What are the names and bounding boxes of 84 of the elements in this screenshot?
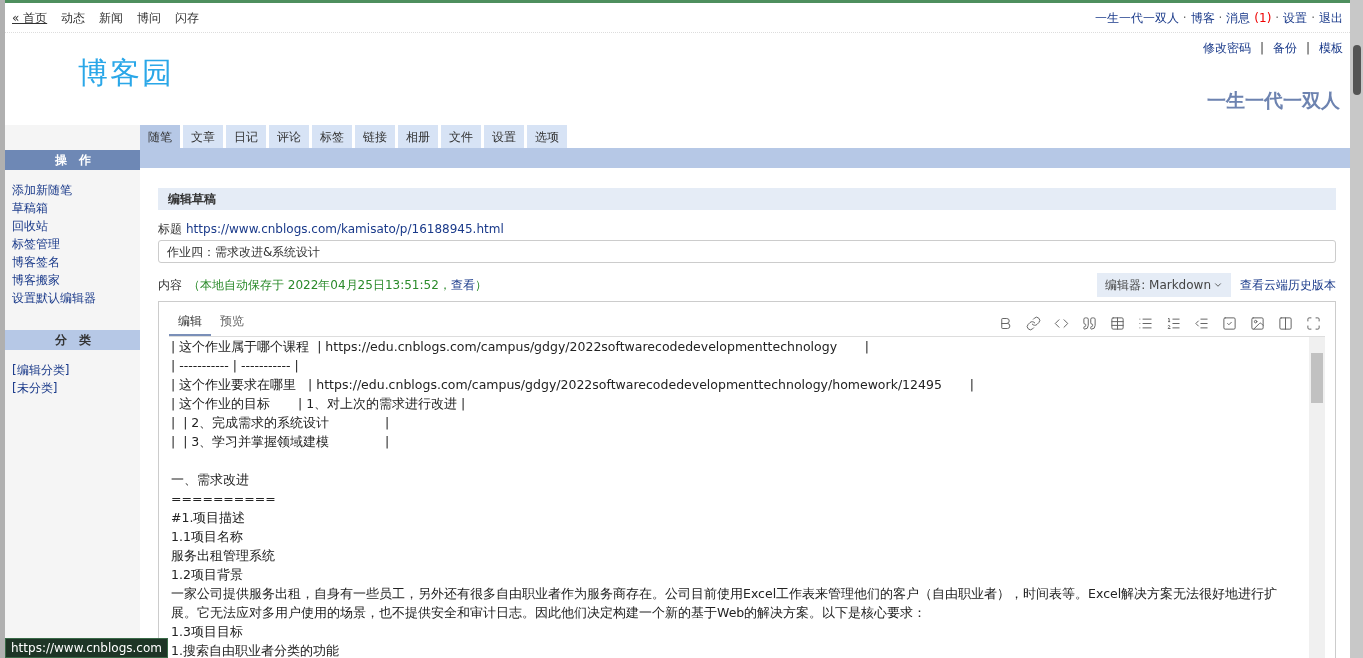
split-icon[interactable]: [1278, 316, 1293, 331]
separator: |: [1305, 40, 1310, 57]
autosave-note: （本地自动保存于 2022年04月25日13:51:52，: [188, 277, 451, 294]
quote-icon[interactable]: [1082, 316, 1097, 331]
tab[interactable]: 日记: [226, 125, 266, 148]
editor-line: | | 2、完成需求的系统设计 |: [171, 414, 391, 432]
separator: ·: [1311, 9, 1315, 27]
tab[interactable]: 链接: [355, 125, 395, 148]
tab[interactable]: 文件: [441, 125, 481, 148]
editor-line: 1.1项目名称: [171, 528, 244, 546]
header-link[interactable]: 备份: [1272, 39, 1297, 57]
editor-line: 服务出租管理系统: [171, 547, 276, 565]
title-url-link[interactable]: https://www.cnblogs.com/kamisato/p/16188945.html: [186, 220, 504, 238]
sidebar-link[interactable]: 博客搬家: [12, 272, 133, 288]
tab[interactable]: 选项: [527, 125, 567, 148]
section-heading: 编辑草稿: [158, 188, 1336, 210]
separator: |: [1259, 40, 1264, 57]
editor-line: #1.项目描述: [171, 509, 247, 527]
tab[interactable]: 相册: [398, 125, 438, 148]
user-link[interactable]: 消息: [1226, 8, 1251, 27]
sidebar-link[interactable]: 标签管理: [12, 236, 133, 252]
sidebar-header: 分 类: [5, 330, 140, 350]
editor-tab[interactable]: 编辑: [169, 312, 211, 336]
editor-tab[interactable]: 预览: [211, 312, 253, 336]
sidebar-link[interactable]: [编辑分类]: [12, 362, 133, 378]
user-link[interactable]: 设置: [1283, 8, 1308, 27]
image-icon[interactable]: [1250, 316, 1265, 331]
link-icon[interactable]: [1026, 316, 1041, 331]
nav-link[interactable]: 动态: [61, 8, 86, 27]
user-link[interactable]: 博客: [1190, 8, 1215, 27]
editor-line: | ----------- | ----------- |: [171, 357, 300, 375]
editor-line: ==========: [171, 490, 277, 508]
sidebar-link[interactable]: 博客签名: [12, 254, 133, 270]
tab[interactable]: 标签: [312, 125, 352, 148]
fullscreen-icon[interactable]: [1306, 316, 1321, 331]
autosave-note-end: ）: [474, 277, 487, 294]
editor-line: 1.3项目目标: [171, 623, 244, 641]
editor-scrollbar[interactable]: [1309, 337, 1325, 658]
editor-line: | | 3、学习并掌握领域建模 |: [171, 433, 391, 451]
code-icon[interactable]: [1054, 316, 1069, 331]
header-link[interactable]: 修改密码: [1202, 39, 1251, 57]
editor-line: | 这个作业要求在哪里 | https://edu.cnblogs.com/campus/gdgy/2022softwarecodedevelopmenttechnology/homework/12495 |: [171, 376, 975, 394]
view-link[interactable]: 查看: [450, 276, 475, 294]
sidebar-link[interactable]: [未分类]: [12, 380, 133, 396]
title-input[interactable]: 作业四：需求改进&系统设计: [158, 240, 1336, 263]
separator: ·: [1275, 9, 1280, 27]
editor-line: 1.搜索自由职业者分类的功能: [171, 642, 340, 658]
editor-line: 一家公司提供服务出租，自身有一些员工，另外还有很多自由职业者作为服务商存在。公司目前使用Excel工作表来管理他们的客户（自由职业者），时间表等。Excel解决方案无法很好地进行扩展。它无法应对多用户使用的场景，也不提供安全和审计日志。因此他们决定构建一个新的基于Web的解决方案。以下是核心要求：: [171, 585, 1279, 622]
nav-link[interactable]: 博问: [137, 8, 162, 27]
sidebar-header: 操 作: [5, 150, 140, 170]
nav-link[interactable]: 新闻: [99, 8, 124, 27]
editor-line: 1.2项目背景: [171, 566, 244, 584]
sidebar-link[interactable]: 回收站: [12, 218, 133, 234]
sidebar-link[interactable]: 添加新随笔: [12, 182, 133, 198]
tab[interactable]: 设置: [484, 125, 524, 148]
message-count: (1): [1254, 9, 1272, 27]
tab[interactable]: 评论: [269, 125, 309, 148]
editor-line: | 这个作业属于哪个课程 | https://edu.cnblogs.com/campus/gdgy/2022softwarecodedevelopmenttechnology |: [171, 338, 871, 356]
content-label: 内容: [158, 277, 182, 294]
editor-select[interactable]: 编辑器: Markdown: [1097, 273, 1231, 297]
separator: ·: [1182, 9, 1187, 27]
numbered-list-icon[interactable]: [1166, 316, 1181, 331]
header-link[interactable]: 模板: [1319, 39, 1343, 57]
user-link[interactable]: 退出: [1319, 8, 1343, 27]
bold-icon[interactable]: [998, 316, 1013, 331]
table-icon[interactable]: [1110, 316, 1125, 331]
sidebar-link[interactable]: 设置默认编辑器: [12, 290, 133, 306]
tab[interactable]: 文章: [183, 125, 223, 148]
blog-title[interactable]: 一生一代一双人: [1207, 86, 1340, 115]
sidebar-link[interactable]: 草稿箱: [12, 200, 133, 216]
checkbox-icon[interactable]: [1222, 316, 1237, 331]
user-link[interactable]: 一生一代一双人: [1094, 8, 1179, 27]
bullet-list-icon[interactable]: [1138, 316, 1153, 331]
editor-line: | 这个作业的目标 | 1、对上次的需求进行改进 |: [171, 395, 467, 413]
nav-link[interactable]: « 首页: [12, 8, 48, 27]
caret-icon: [1213, 280, 1223, 290]
outdent-icon[interactable]: [1194, 316, 1209, 331]
title-label: 标题: [158, 221, 182, 238]
editor-line: 一、需求改进: [171, 471, 250, 489]
tab[interactable]: 随笔: [140, 125, 180, 148]
history-link[interactable]: 查看云端历史版本: [1240, 276, 1336, 294]
page-scrollbar[interactable]: [1350, 0, 1363, 658]
nav-link[interactable]: 闪存: [175, 8, 200, 27]
separator: ·: [1218, 9, 1223, 27]
